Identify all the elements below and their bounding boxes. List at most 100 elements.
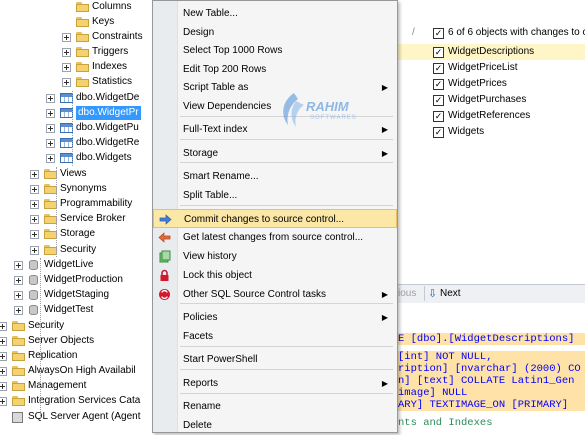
- tree-node[interactable]: WidgetStaging: [0, 288, 155, 302]
- expand-icon[interactable]: [62, 33, 71, 42]
- folder-icon: [76, 77, 89, 87]
- tree-node[interactable]: Storage: [0, 227, 155, 241]
- menu-item-label: Facets: [183, 331, 214, 342]
- tree-node[interactable]: WidgetProduction: [0, 273, 155, 287]
- object-checkbox[interactable]: ✓: [433, 111, 444, 122]
- tree-node[interactable]: Indexes: [0, 60, 155, 74]
- expand-icon[interactable]: [0, 397, 7, 406]
- object-row[interactable]: ✓ WidgetDescriptions: [398, 44, 585, 60]
- tree-node[interactable]: Replication: [0, 349, 155, 363]
- expand-icon[interactable]: [0, 337, 7, 346]
- expand-icon[interactable]: [30, 185, 39, 194]
- tree-node-label: Indexes: [92, 61, 128, 72]
- menu-item-design[interactable]: Design: [153, 23, 397, 42]
- object-checkbox[interactable]: ✓: [433, 79, 444, 90]
- tree-node[interactable]: Management: [0, 379, 155, 393]
- expand-icon[interactable]: [46, 109, 55, 118]
- menu-item-other-sql-source-control-tasks[interactable]: Other SQL Source Control tasks ▶: [153, 285, 397, 304]
- tree-guide-line: [72, 91, 73, 166]
- menu-item-storage[interactable]: Storage ▶: [153, 144, 397, 163]
- menu-item-split-table[interactable]: Split Table...: [153, 186, 397, 205]
- tree-node[interactable]: Constraints: [0, 30, 155, 44]
- tree-node[interactable]: Security: [0, 319, 155, 333]
- expand-icon[interactable]: [46, 154, 55, 163]
- expand-icon[interactable]: [14, 261, 23, 270]
- menu-item-facets[interactable]: Facets: [153, 327, 397, 346]
- tree-node[interactable]: Keys: [0, 15, 155, 29]
- previous-difference-button[interactable]: ious: [398, 288, 416, 299]
- object-checkbox[interactable]: ✓: [433, 63, 444, 74]
- menu-item-edit-top-200-rows[interactable]: Edit Top 200 Rows: [153, 60, 397, 79]
- tree-node[interactable]: dbo.WidgetPr: [0, 106, 155, 120]
- object-checkbox[interactable]: ✓: [433, 95, 444, 106]
- menu-item-reports[interactable]: Reports ▶: [153, 374, 397, 393]
- menu-item-select-top-1000-rows[interactable]: Select Top 1000 Rows: [153, 41, 397, 60]
- menu-item-new-table[interactable]: New Table...: [153, 4, 397, 23]
- expand-icon[interactable]: [0, 382, 7, 391]
- tree-node[interactable]: Server Objects: [0, 334, 155, 348]
- expand-icon[interactable]: [0, 367, 7, 376]
- tree-guide-line: [40, 258, 41, 418]
- expand-icon[interactable]: [30, 215, 39, 224]
- tree-node[interactable]: Columns: [0, 0, 155, 14]
- expand-icon[interactable]: [62, 63, 71, 72]
- tree-node[interactable]: Triggers: [0, 45, 155, 59]
- tree-node[interactable]: Service Broker: [0, 212, 155, 226]
- tree-node[interactable]: SQL Server Agent (Agent: [0, 410, 155, 424]
- menu-separator: [180, 139, 393, 140]
- expand-icon[interactable]: [14, 306, 23, 315]
- tree-node[interactable]: dbo.Widgets: [0, 151, 155, 165]
- object-checkbox[interactable]: ✓: [433, 127, 444, 138]
- menu-item-start-powershell[interactable]: Start PowerShell: [153, 350, 397, 369]
- tree-node[interactable]: WidgetLive: [0, 258, 155, 272]
- folder-icon: [76, 47, 89, 57]
- expand-icon[interactable]: [30, 170, 39, 179]
- sql-line: ription] [nvarchar] (2000) CO: [398, 363, 585, 375]
- menu-item-lock-this-object[interactable]: Lock this object: [153, 266, 397, 285]
- select-all-checkbox[interactable]: ✓: [433, 28, 444, 39]
- menu-item-policies[interactable]: Policies ▶: [153, 308, 397, 327]
- tree-node[interactable]: AlwaysOn High Availabil: [0, 364, 155, 378]
- database-icon: [28, 275, 39, 286]
- expand-icon[interactable]: [30, 246, 39, 255]
- expand-icon[interactable]: [46, 124, 55, 133]
- tree-node[interactable]: dbo.WidgetPu: [0, 121, 155, 135]
- tree-node[interactable]: Synonyms: [0, 182, 155, 196]
- tree-node[interactable]: dbo.WidgetDe: [0, 91, 155, 105]
- object-row[interactable]: ✓ Widgets: [398, 124, 585, 140]
- object-row[interactable]: ✓ WidgetPriceList: [398, 60, 585, 76]
- object-row[interactable]: ✓ WidgetPrices: [398, 76, 585, 92]
- menu-item-view-history[interactable]: View history: [153, 247, 397, 266]
- menu-item-commit-changes-to-source-control[interactable]: Commit changes to source control...: [153, 209, 397, 228]
- expand-icon[interactable]: [30, 230, 39, 239]
- submenu-arrow-icon: ▶: [381, 290, 388, 299]
- expand-icon[interactable]: [30, 200, 39, 209]
- menu-item-label: Lock this object: [183, 270, 252, 281]
- menu-item-get-latest-changes-from-source-control[interactable]: Get latest changes from source control..…: [153, 228, 397, 247]
- tree-node[interactable]: dbo.WidgetRe: [0, 136, 155, 150]
- expand-icon[interactable]: [0, 322, 7, 331]
- object-checkbox[interactable]: ✓: [433, 47, 444, 58]
- object-row[interactable]: ✓ WidgetPurchases: [398, 92, 585, 108]
- object-row[interactable]: ✓ WidgetReferences: [398, 108, 585, 124]
- menu-item-smart-rename[interactable]: Smart Rename...: [153, 167, 397, 186]
- menu-item-label: View history: [183, 251, 237, 262]
- tree-node[interactable]: Integration Services Cata: [0, 394, 155, 408]
- expand-icon[interactable]: [14, 291, 23, 300]
- tree-node[interactable]: Security: [0, 243, 155, 257]
- folder-icon: [12, 366, 25, 376]
- menu-item-delete[interactable]: Delete: [153, 416, 397, 435]
- expand-icon[interactable]: [0, 352, 7, 361]
- tree-node[interactable]: WidgetTest: [0, 303, 155, 317]
- expand-icon[interactable]: [46, 139, 55, 148]
- expand-icon[interactable]: [62, 48, 71, 57]
- expand-icon[interactable]: [14, 276, 23, 285]
- tree-node-label: dbo.WidgetPu: [76, 122, 139, 133]
- expand-icon[interactable]: [46, 94, 55, 103]
- expand-icon[interactable]: [62, 78, 71, 87]
- tree-node[interactable]: Views: [0, 167, 155, 181]
- tree-node[interactable]: Programmability: [0, 197, 155, 211]
- menu-item-rename[interactable]: Rename: [153, 397, 397, 416]
- tree-node[interactable]: Statistics: [0, 75, 155, 89]
- get-latest-arrow-icon: [158, 231, 171, 244]
